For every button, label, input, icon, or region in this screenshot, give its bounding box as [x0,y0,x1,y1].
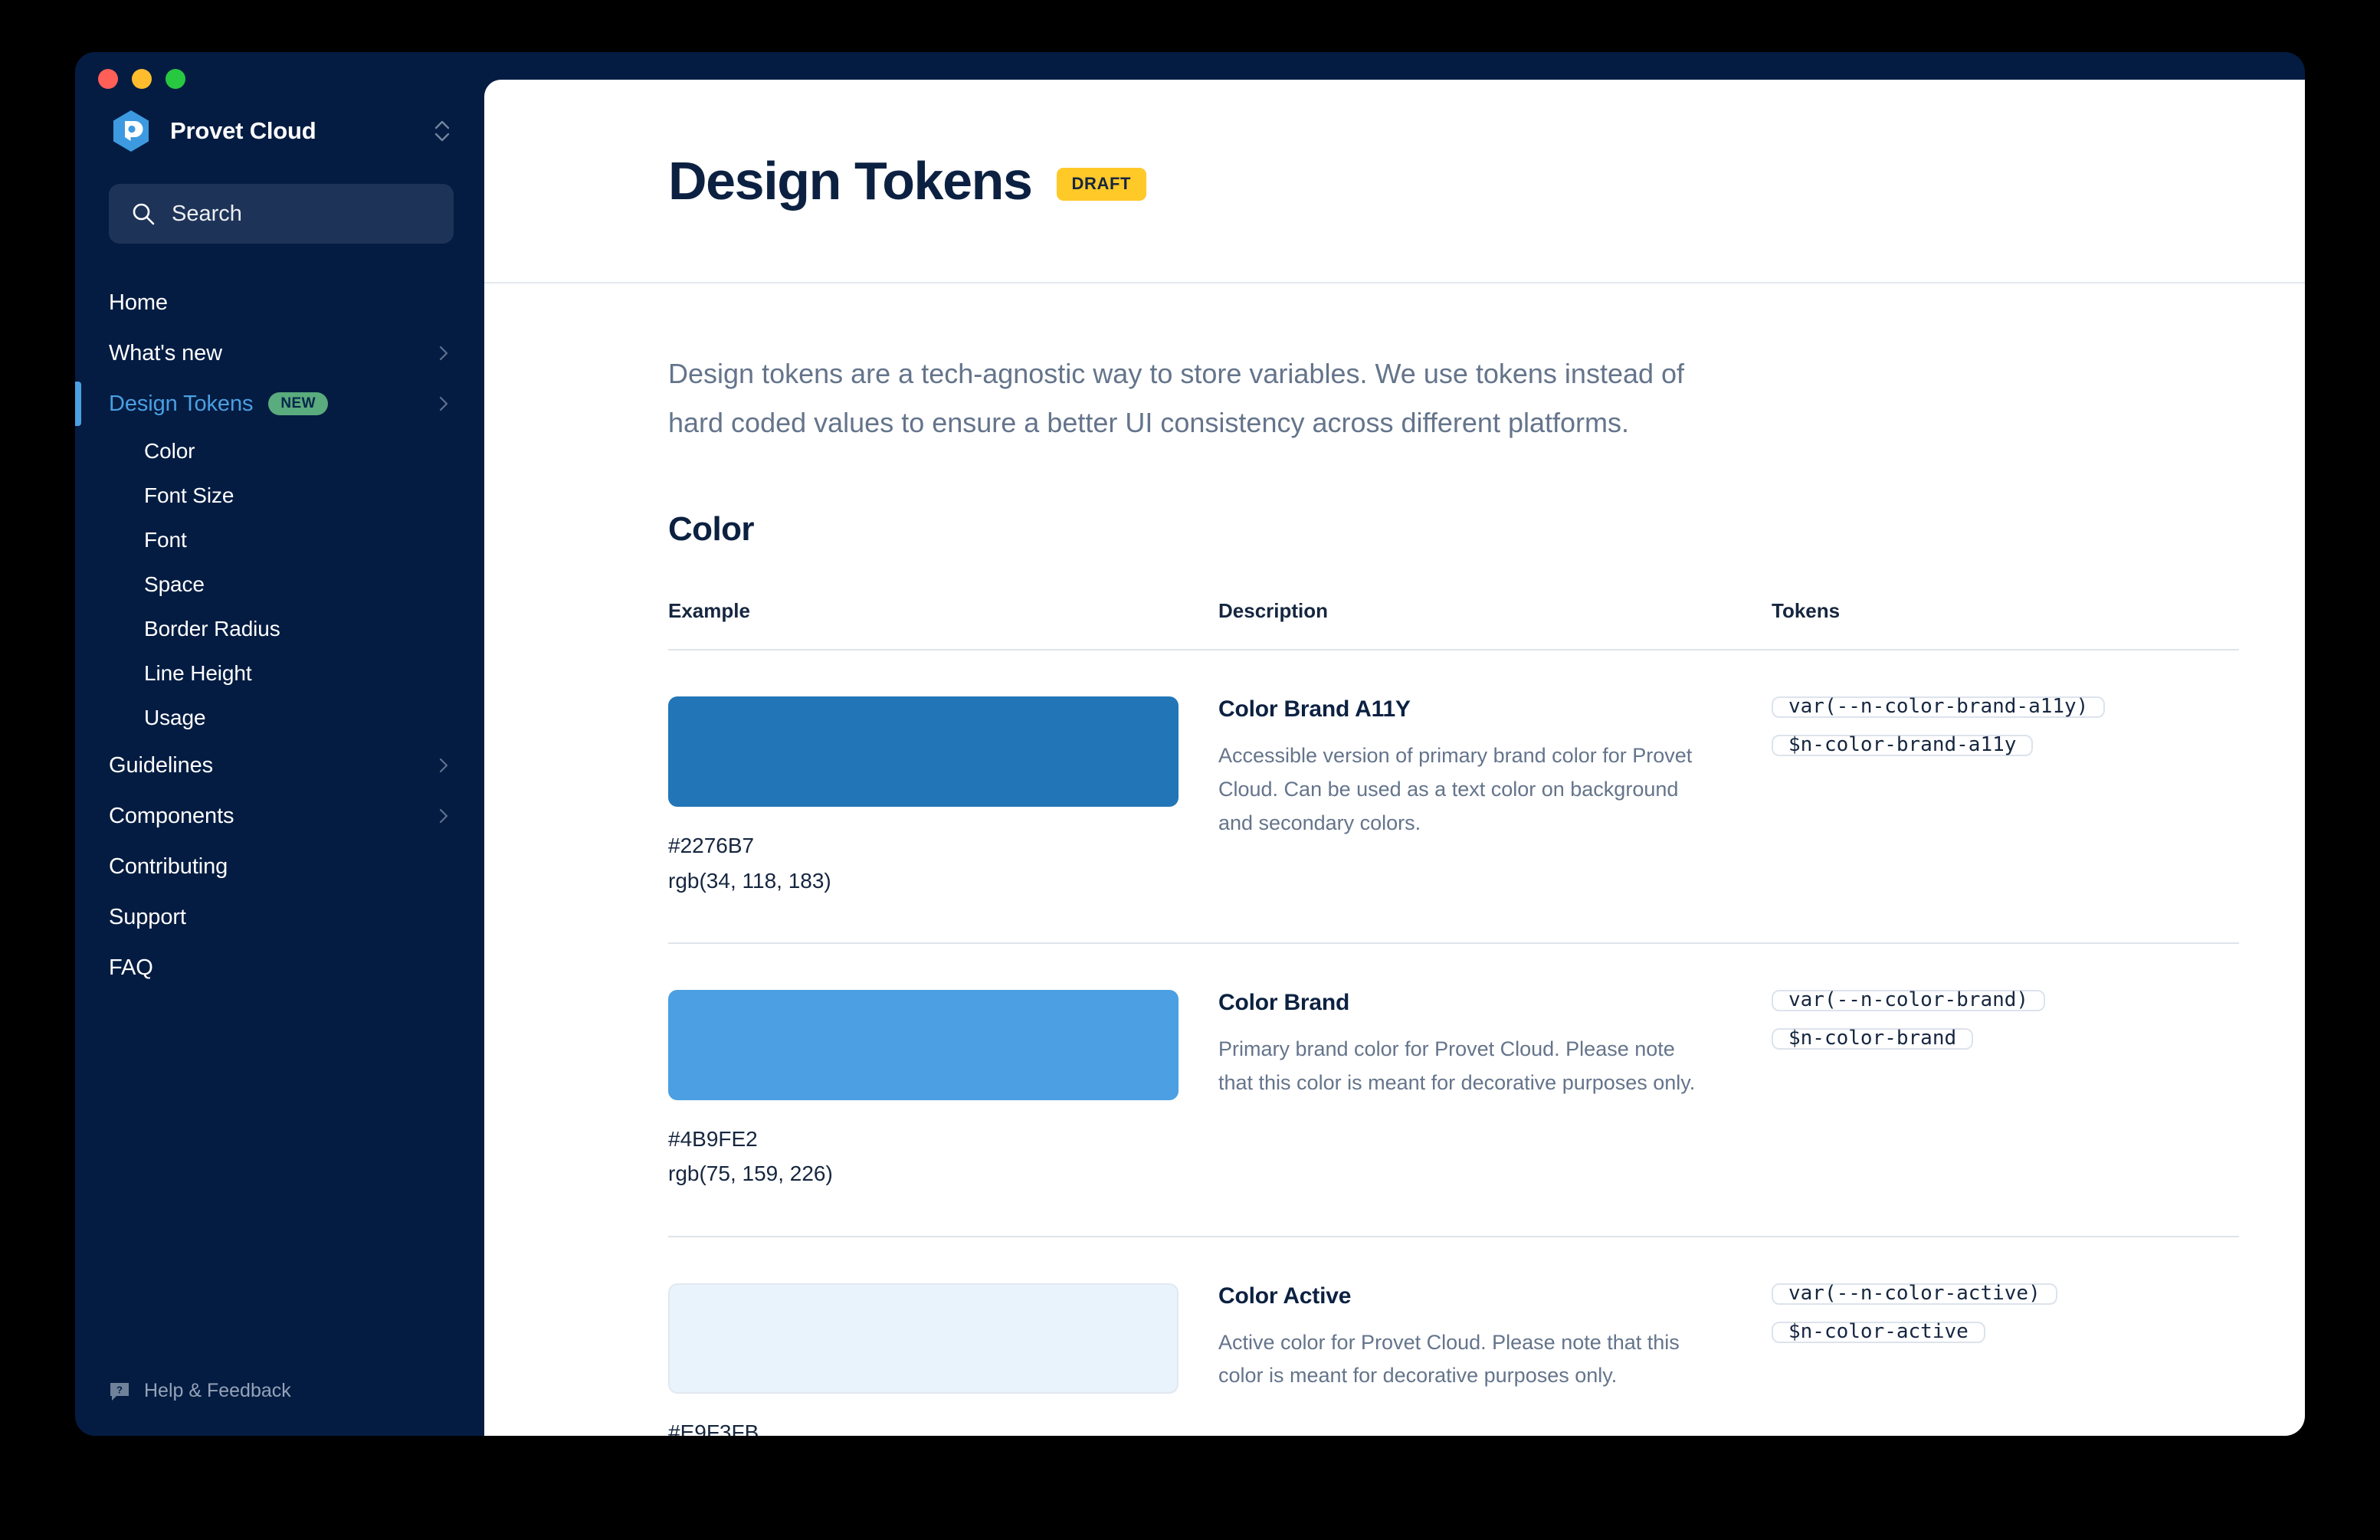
sidebar-item-font-size[interactable]: Font Size [75,473,484,518]
sidebar-item-label: Space [144,572,205,596]
color-swatch [668,696,1179,808]
swatch-hex-value: #2276B7 [668,834,755,858]
example-cell: #4B9FE2 rgb(75, 159, 226) [668,989,1218,1191]
sidebar-item-label: Guidelines [109,752,214,778]
sidebar-item-contributing[interactable]: Contributing [75,841,484,892]
sidebar: Provet Cloud Search Home What's new Design… [75,52,484,1436]
help-and-feedback-label: Help & Feedback [144,1380,291,1401]
workspace-name: Provet Cloud [170,117,316,144]
color-tokens-table: Example Description Tokens #2276B7 rgb(34… [668,599,2239,1436]
column-header-tokens: Tokens [1772,599,1841,623]
token-name: Color Active [1218,1283,1352,1309]
workspace-selector[interactable]: Provet Cloud [75,107,484,155]
sidebar-item-label: Font [144,528,187,552]
close-window-button[interactable] [98,69,118,89]
sidebar-item-components[interactable]: Components [75,791,484,841]
sidebar-item-label: Color [144,439,195,463]
maximize-window-button[interactable] [166,69,185,89]
sidebar-item-label: Usage [144,706,206,729]
table-row: #2276B7 rgb(34, 118, 183) Color Brand A11Y… [668,650,2239,944]
tokens-cell: var(--n-color-active) $n-color-active [1772,1283,2239,1436]
column-header-description: Description [1218,599,1329,623]
token-chip[interactable]: var(--n-color-brand-a11y) [1772,696,2106,719]
sidebar-nav: Home What's new Design Tokens NEW Color Font … [75,277,484,1001]
sidebar-item-label: FAQ [109,955,153,980]
minimize-window-button[interactable] [132,69,152,89]
token-description: Accessible version of primary brand colo… [1218,744,1693,834]
example-cell: #E9F3FBrgb(233, 243, 251) [668,1283,1218,1436]
search-icon [133,203,155,225]
token-description: Primary brand color for Provet Cloud. Pl… [1218,1037,1696,1094]
sidebar-item-guidelines[interactable]: Guidelines [75,740,484,791]
sidebar-item-label: Home [109,290,168,315]
sidebar-item-design-tokens[interactable]: Design Tokens NEW [75,378,484,429]
section-heading-color: Color [668,510,754,549]
sidebar-item-support[interactable]: Support [75,892,484,942]
token-name: Color Brand A11Y [1218,696,1411,722]
chevron-up-down-icon[interactable] [432,118,452,144]
sidebar-item-label: What's new [109,340,222,365]
color-swatch [668,989,1179,1100]
table-row: #E9F3FBrgb(233, 243, 251)Color Active Act… [668,1237,2239,1436]
sidebar-item-font[interactable]: Font [75,518,484,562]
sidebar-item-label: Font Size [144,483,234,507]
chevron-right-icon [439,808,448,824]
help-speech-bubble-icon: ? [110,1382,129,1401]
page-body: Design tokens are a tech-agnostic way to… [484,283,2305,1436]
table-row: #4B9FE2 rgb(75, 159, 226) Color Brand Prima… [668,944,2239,1237]
sidebar-item-border-radius[interactable]: Border Radius [75,607,484,651]
token-chip[interactable]: $n-color-active [1772,1321,1985,1343]
sidebar-item-label: Line Height [144,661,252,685]
page-header: Design Tokens DRAFT [484,80,2305,283]
sidebar-item-usage[interactable]: Usage [75,696,484,740]
window-controls[interactable] [98,69,185,89]
swatch-rgb-value: rgb(34, 118, 183) [668,868,831,893]
content-panel: Design Tokens DRAFT Design tokens are a … [484,80,2305,1436]
table-body: #2276B7 rgb(34, 118, 183) Color Brand A11Y… [668,650,2239,1436]
sidebar-item-label: Components [109,803,234,828]
sidebar-item-label: Border Radius [144,617,280,641]
description-cell: Color Active Active color for Provet Clou… [1218,1283,1772,1436]
swatch-hex-value: #4B9FE2 [668,1126,758,1151]
chevron-right-icon [439,346,448,361]
sidebar-item-home[interactable]: Home [75,277,484,328]
token-description: Active color for Provet Cloud. Please no… [1218,1330,1680,1388]
sidebar-item-color[interactable]: Color [75,429,484,473]
color-swatch [668,1283,1179,1394]
sidebar-item-label: Contributing [109,854,228,879]
column-header-example: Example [668,599,750,623]
sidebar-item-faq[interactable]: FAQ [75,942,484,993]
intro-paragraph: Design tokens are a tech-agnostic way to… [668,358,1685,439]
app-window: Provet Cloud Search Home What's new Design… [75,52,2305,1436]
search-placeholder-text: Search [172,201,242,226]
example-cell: #2276B7 rgb(34, 118, 183) [668,696,1218,898]
swatch-hex-value: #E9F3FB [668,1420,759,1436]
sidebar-item-label: Design Tokens [109,391,254,416]
swatch-rgb-value: rgb(75, 159, 226) [668,1162,833,1186]
chevron-right-icon [439,758,448,773]
sidebar-item-label: Support [109,904,186,929]
token-chip[interactable]: $n-color-brand [1772,1027,1974,1050]
description-cell: Color Brand Primary brand color for Prove… [1218,990,1772,1191]
chevron-right-icon [439,396,448,411]
token-chip[interactable]: var(--n-color-brand) [1772,989,2046,1011]
search-input[interactable]: Search [109,184,454,244]
tokens-cell: var(--n-color-brand-a11y) $n-color-brand-… [1772,696,2239,898]
sidebar-item-badge: NEW [268,392,328,415]
table-header-row: Example Description Tokens [668,599,2239,651]
status-badge: DRAFT [1056,167,1147,201]
token-chip[interactable]: var(--n-color-active) [1772,1283,2057,1305]
sidebar-item-line-height[interactable]: Line Height [75,651,484,696]
tokens-cell: var(--n-color-brand) $n-color-brand [1772,989,2239,1191]
page-title: Design Tokens [668,151,1033,211]
sidebar-item-what-s-new[interactable]: What's new [75,328,484,378]
desktop-background: Provet Cloud Search Home What's new Design… [0,0,2380,1540]
help-and-feedback-button[interactable]: ? Help & Feedback [75,1380,484,1402]
description-cell: Color Brand A11Y Accessible version of pr… [1218,696,1772,898]
svg-text:?: ? [116,1384,123,1395]
sidebar-item-space[interactable]: Space [75,562,484,607]
token-name: Color Brand [1218,989,1350,1015]
provet-hexagon-logo-icon [113,110,149,152]
token-chip[interactable]: $n-color-brand-a11y [1772,735,2034,757]
